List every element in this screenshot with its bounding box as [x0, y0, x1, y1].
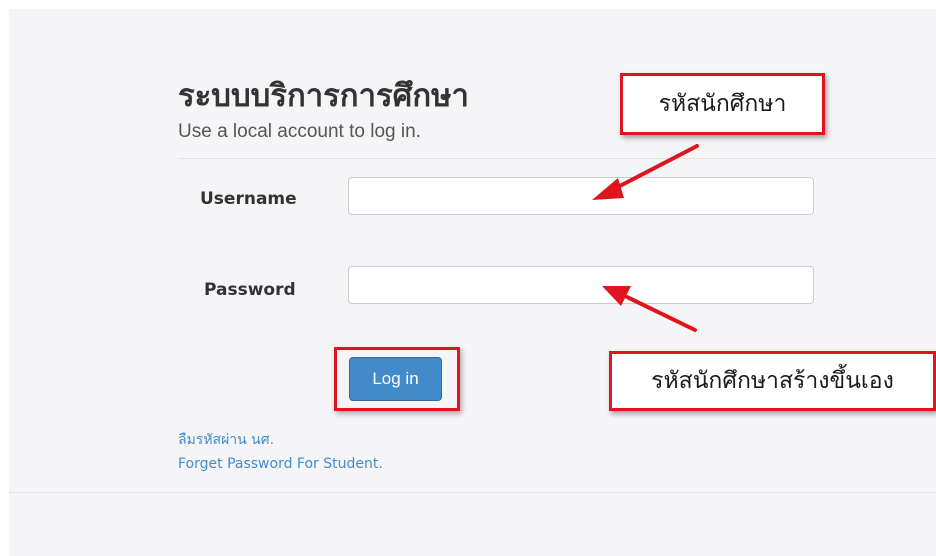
page-title: ระบบบริการการศึกษา — [178, 78, 469, 113]
password-input[interactable] — [348, 266, 814, 304]
forgot-password-thai-link[interactable]: ลืมรหัสผ่าน นศ. — [178, 429, 274, 451]
divider-top — [178, 158, 936, 159]
username-label: Username — [200, 189, 297, 209]
divider-bottom — [9, 492, 936, 493]
login-button-highlight — [334, 347, 460, 411]
username-callout-text: รหัสนักศึกษา — [658, 91, 787, 117]
page-subtitle: Use a local account to log in. — [178, 121, 421, 142]
password-callout-text: รหัสนักศึกษาสร้างขึ้นเอง — [651, 368, 894, 394]
password-callout: รหัสนักศึกษาสร้างขึ้นเอง — [609, 351, 936, 411]
username-callout: รหัสนักศึกษา — [620, 73, 825, 135]
password-label: Password — [204, 280, 296, 300]
username-input[interactable] — [348, 177, 814, 215]
forgot-password-english-link[interactable]: Forget Password For Student. — [178, 456, 383, 472]
